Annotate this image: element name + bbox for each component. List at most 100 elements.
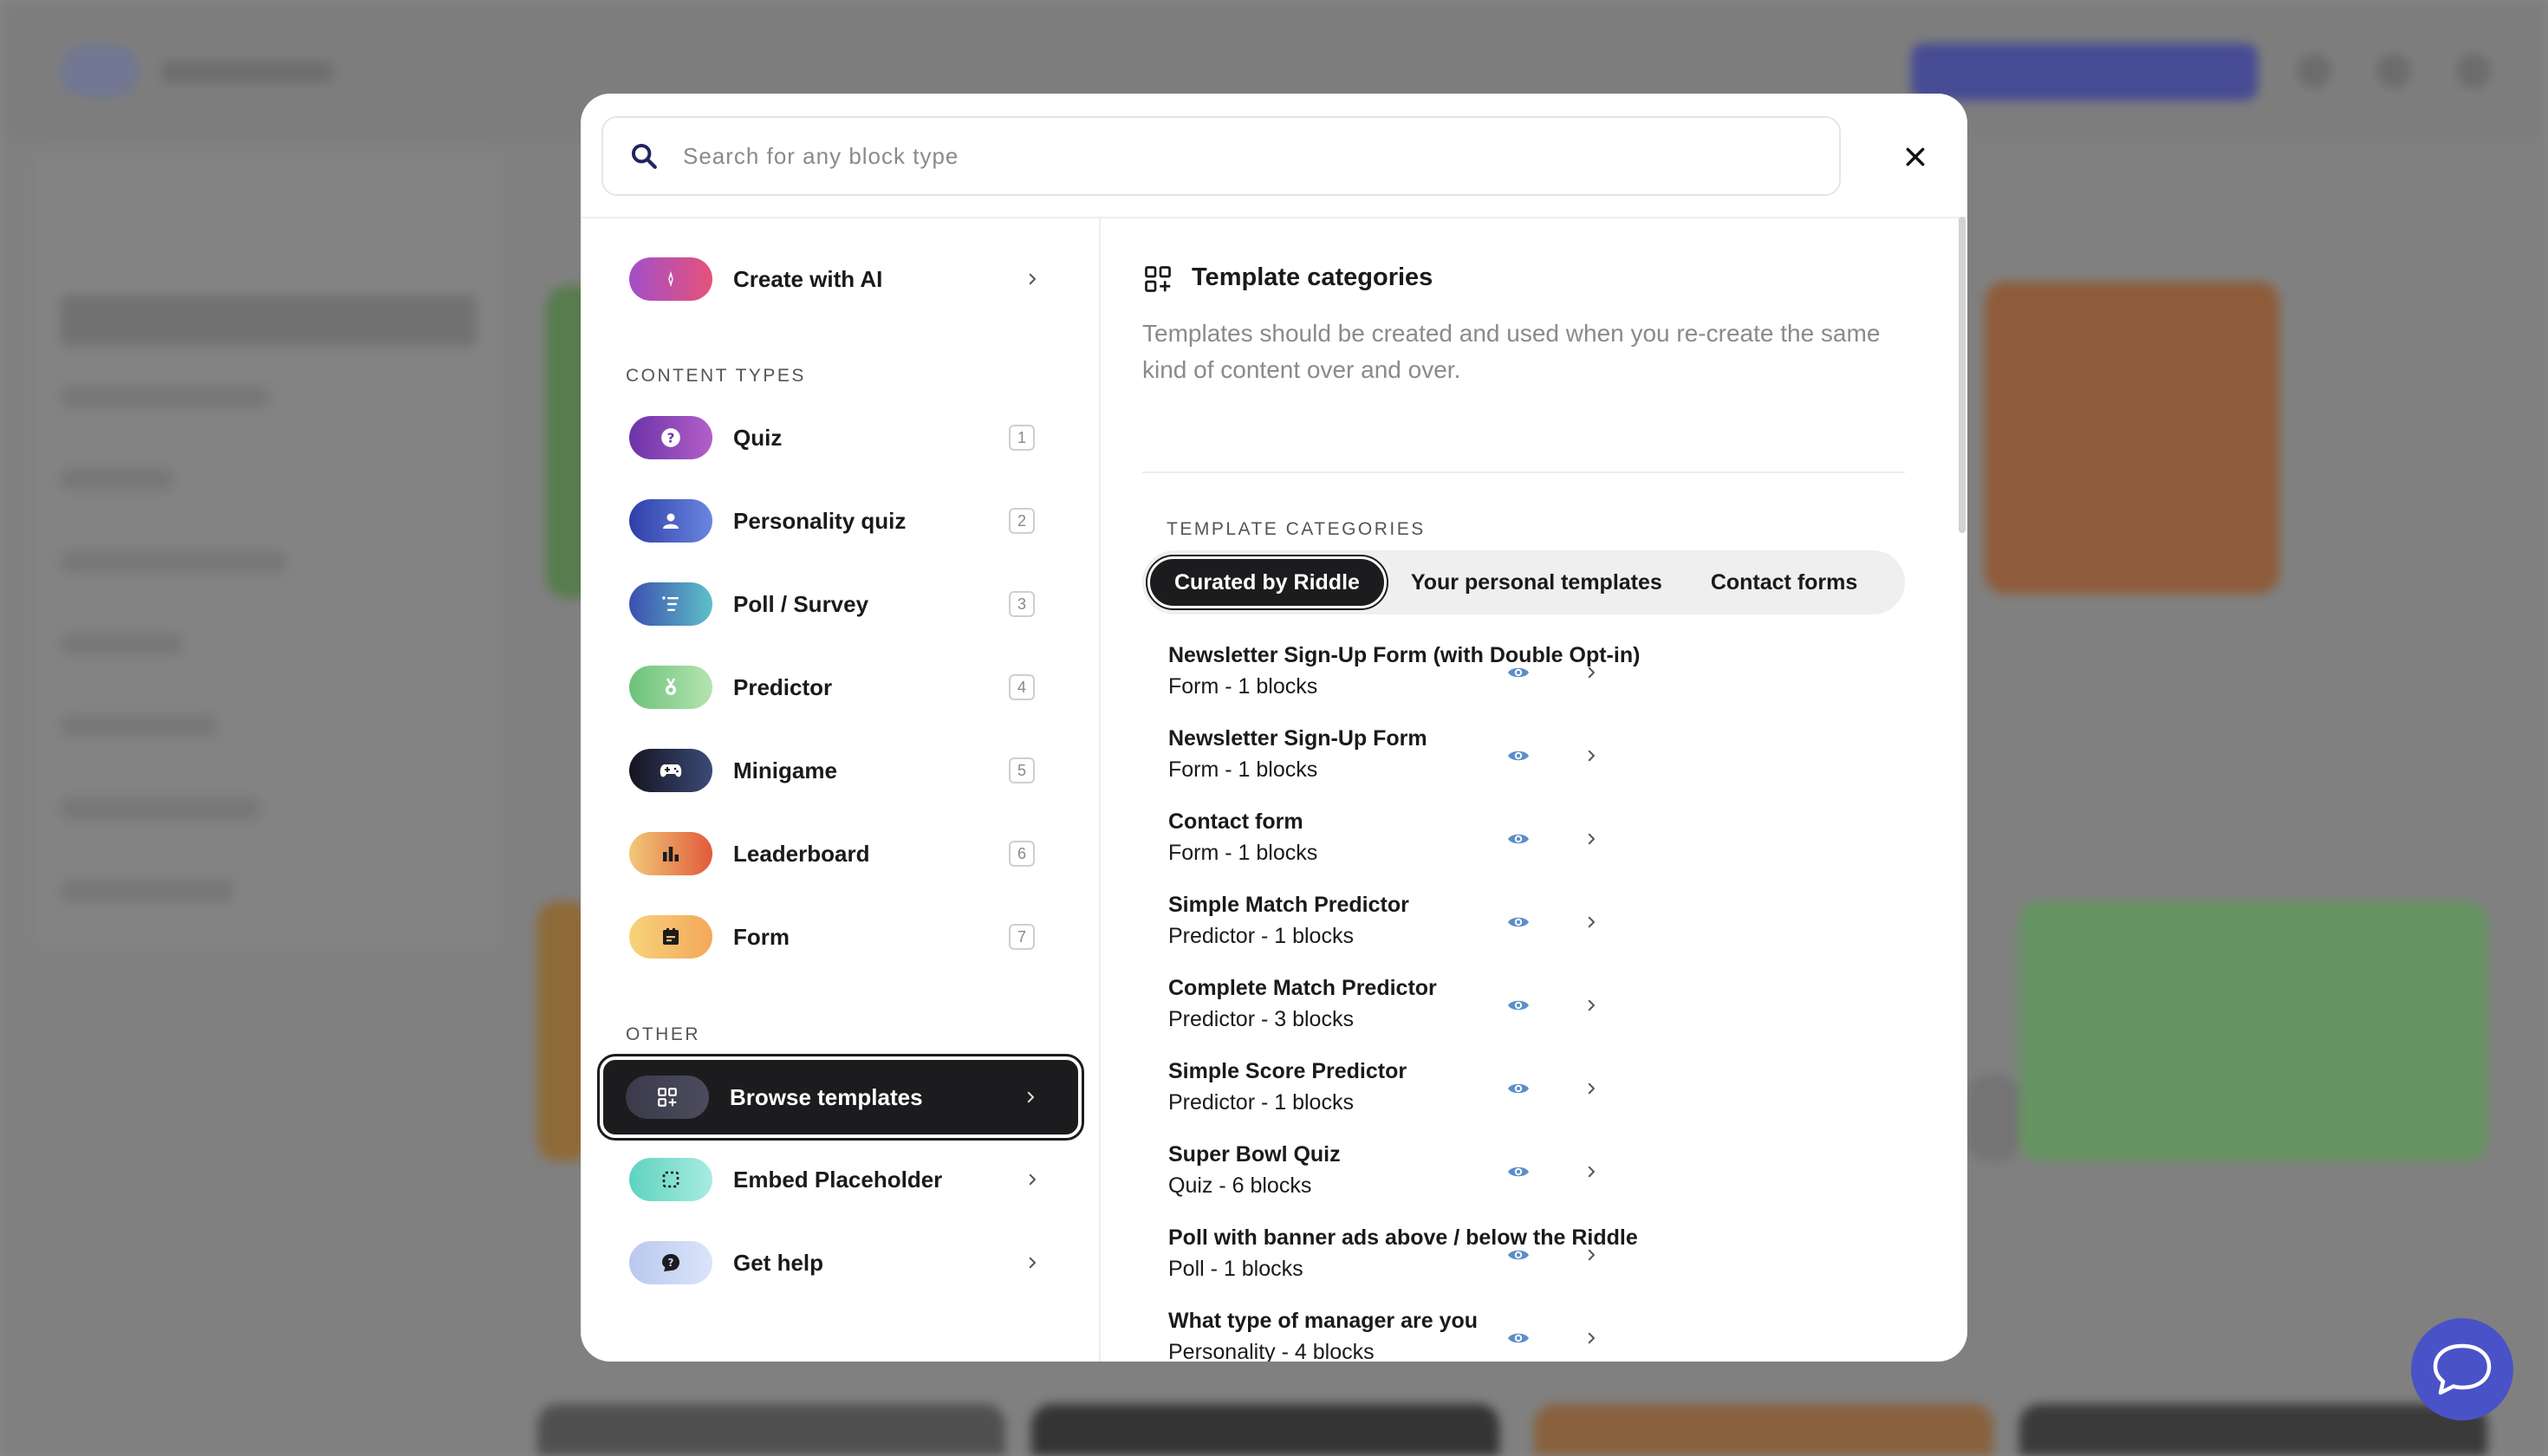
- sparkle-icon: [668, 270, 673, 288]
- chevron-right-icon: [1024, 1255, 1040, 1271]
- content-type-form[interactable]: Form 7: [601, 898, 1080, 976]
- content-type-minigame[interactable]: Minigame 5: [601, 731, 1080, 809]
- medal-icon: [666, 678, 676, 695]
- template-name: Newsletter Sign-Up Form: [1168, 726, 1427, 751]
- chevron-right-icon: [1588, 833, 1595, 845]
- template-row[interactable]: What type of manager are you Personality …: [1168, 1309, 1905, 1362]
- template-name: Complete Match Predictor: [1168, 976, 1437, 1000]
- close-icon: [1906, 147, 1925, 166]
- help-pill: ?: [629, 1241, 712, 1284]
- create-with-ai-button[interactable]: Create with AI: [601, 240, 1080, 318]
- template-row[interactable]: Super Bowl Quiz Quiz - 6 blocks: [1168, 1142, 1905, 1225]
- person-icon: [663, 513, 679, 529]
- shortcut-badge: 2: [1009, 508, 1035, 534]
- content-type-predictor[interactable]: Predictor 4: [601, 648, 1080, 726]
- poll-survey-label: Poll / Survey: [733, 590, 869, 617]
- template-row[interactable]: Simple Match Predictor Predictor - 1 bloc…: [1168, 893, 1905, 976]
- template-row[interactable]: Contact form Form - 1 blocks: [1168, 809, 1905, 893]
- preview-button[interactable]: [1503, 1156, 1534, 1187]
- select-template-button[interactable]: [1576, 990, 1607, 1021]
- template-row[interactable]: Complete Match Predictor Predictor - 3 bl…: [1168, 976, 1905, 1059]
- chat-widget-button[interactable]: [2411, 1318, 2513, 1420]
- preview-button[interactable]: [1503, 907, 1534, 938]
- shortcut-badge: 7: [1009, 924, 1035, 950]
- get-help-button[interactable]: ? Get help: [601, 1224, 1080, 1302]
- preview-button[interactable]: [1503, 823, 1534, 855]
- select-template-button[interactable]: [1576, 1239, 1607, 1271]
- chevron-right-icon: [1023, 1089, 1038, 1105]
- other-heading: OTHER: [626, 1024, 700, 1044]
- predictor-pill: [629, 666, 712, 709]
- tab-curated-by-riddle[interactable]: Curated by Riddle: [1146, 555, 1388, 610]
- select-template-button[interactable]: [1576, 1073, 1607, 1104]
- chevron-right-icon: [1588, 1166, 1595, 1178]
- select-template-button[interactable]: [1576, 823, 1607, 855]
- template-categories-heading: TEMPLATE CATEGORIES: [1167, 519, 1426, 539]
- preview-button[interactable]: [1503, 1323, 1534, 1354]
- template-row[interactable]: Newsletter Sign-Up Form (with Double Opt…: [1168, 643, 1905, 726]
- template-name: Simple Score Predictor: [1168, 1059, 1407, 1083]
- content-type-personality-quiz[interactable]: Personality quiz 2: [601, 482, 1080, 560]
- template-name: Simple Match Predictor: [1168, 893, 1409, 917]
- eye-icon: [1508, 1250, 1529, 1260]
- gamepad-icon: [660, 764, 682, 777]
- search-icon: [631, 143, 657, 169]
- chevron-right-icon: [1588, 750, 1595, 762]
- browse-templates-label: Browse templates: [730, 1083, 923, 1110]
- chevron-right-icon: [1024, 1172, 1040, 1187]
- template-name: Newsletter Sign-Up Form (with Double Opt…: [1168, 643, 1641, 667]
- close-button[interactable]: [1894, 135, 1937, 179]
- select-template-button[interactable]: [1576, 1323, 1607, 1354]
- content-type-leaderboard[interactable]: Leaderboard 6: [601, 815, 1080, 893]
- tab-contact-forms[interactable]: Contact forms: [1687, 556, 1882, 608]
- template-meta: Predictor - 1 blocks: [1168, 1090, 1354, 1115]
- preview-button[interactable]: [1503, 1073, 1534, 1104]
- form-label: Form: [733, 923, 790, 950]
- modal-scrollbar[interactable]: [1959, 217, 1966, 533]
- select-template-button[interactable]: [1576, 740, 1607, 771]
- content-type-quiz[interactable]: ? Quiz 1: [601, 399, 1080, 477]
- template-row[interactable]: Newsletter Sign-Up Form Form - 1 blocks: [1168, 726, 1905, 809]
- template-categories-description: Templates should be created and used whe…: [1142, 320, 1881, 383]
- template-row[interactable]: Simple Score Predictor Predictor - 1 bloc…: [1168, 1059, 1905, 1142]
- template-meta: Form - 1 blocks: [1168, 674, 1318, 699]
- preview-button[interactable]: [1503, 657, 1534, 688]
- shortcut-badge: 5: [1009, 757, 1035, 783]
- content-types-heading: CONTENT TYPES: [626, 366, 806, 386]
- eye-icon: [1508, 1333, 1529, 1343]
- shortcut-badge: 6: [1009, 841, 1035, 867]
- predictor-label: Predictor: [733, 673, 833, 700]
- chevron-right-icon: [1024, 271, 1040, 287]
- template-row[interactable]: Poll with banner ads above / below the R…: [1168, 1225, 1905, 1309]
- template-grid-icon: [658, 1088, 677, 1107]
- quiz-pill: ?: [629, 416, 712, 459]
- select-template-button[interactable]: [1576, 1156, 1607, 1187]
- tab-your-personal-templates[interactable]: Your personal templates: [1387, 556, 1687, 608]
- shortcut-badge: 1: [1009, 425, 1035, 451]
- embed-placeholder-button[interactable]: Embed Placeholder: [601, 1141, 1080, 1219]
- leaderboard-label: Leaderboard: [733, 840, 870, 867]
- preview-button[interactable]: [1503, 1239, 1534, 1271]
- eye-icon: [1508, 917, 1529, 927]
- eye-icon: [1508, 1167, 1529, 1177]
- eye-icon: [1508, 1083, 1529, 1094]
- eye-icon: [1508, 1000, 1529, 1011]
- template-name: Contact form: [1168, 809, 1303, 834]
- eye-icon: [1508, 751, 1529, 761]
- preview-button[interactable]: [1503, 740, 1534, 771]
- ai-pill: [629, 257, 712, 301]
- svg-text:?: ?: [668, 1257, 674, 1269]
- search-input[interactable]: [683, 142, 1723, 170]
- select-template-button[interactable]: [1576, 907, 1607, 938]
- template-category-tabs: Curated by Riddle Your personal template…: [1142, 550, 1905, 614]
- template-meta: Predictor - 1 blocks: [1168, 924, 1354, 948]
- select-template-button[interactable]: [1576, 657, 1607, 688]
- quiz-label: Quiz: [733, 424, 783, 451]
- minigame-label: Minigame: [733, 757, 837, 783]
- preview-button[interactable]: [1503, 990, 1534, 1021]
- content-type-poll-survey[interactable]: Poll / Survey 3: [601, 565, 1080, 643]
- eye-icon: [1508, 667, 1529, 678]
- chevron-right-icon: [1588, 916, 1595, 928]
- personality-pill: [629, 499, 712, 543]
- browse-templates-button[interactable]: Browse templates: [597, 1054, 1084, 1141]
